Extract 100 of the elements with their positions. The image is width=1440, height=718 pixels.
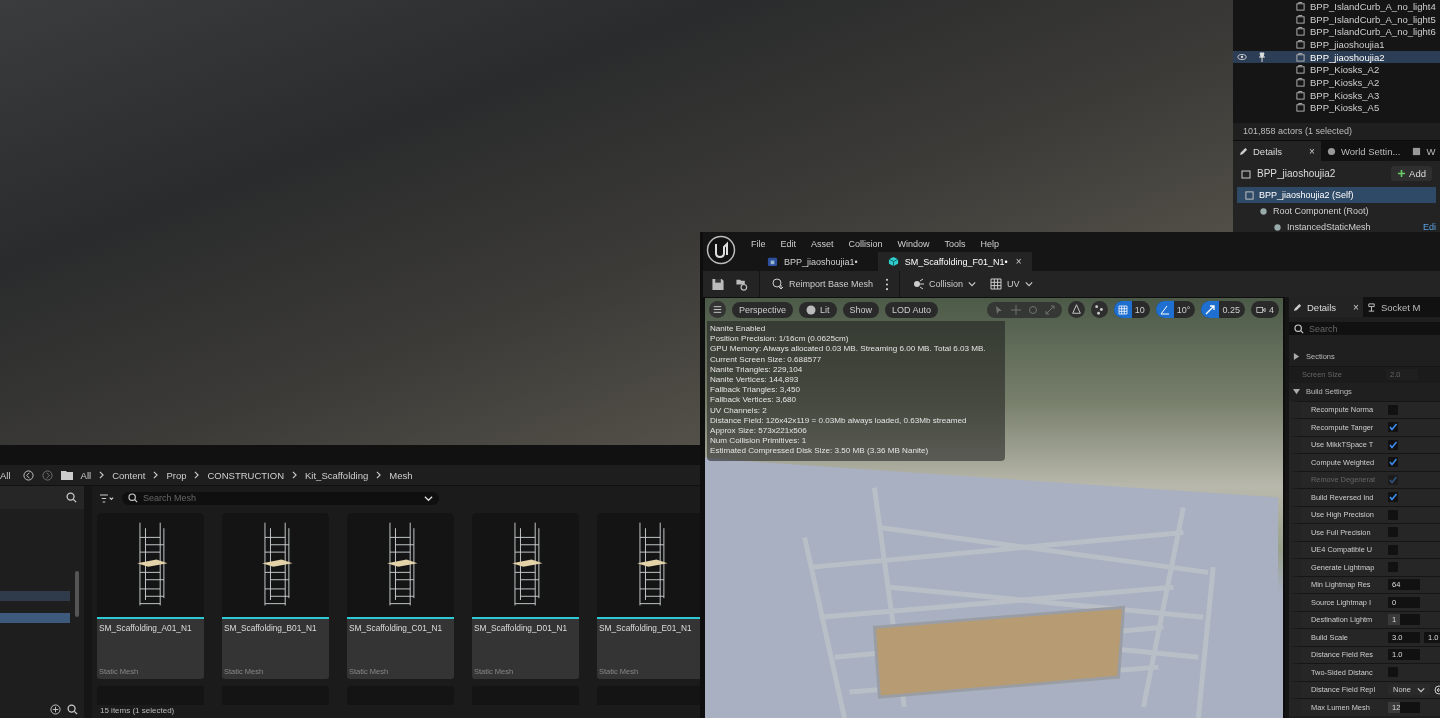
toolbar-button[interactable]: Collision: [910, 278, 979, 290]
outliner-row[interactable]: BPP_IslandCurb_A_no_light6: [1233, 25, 1440, 39]
search-icon[interactable]: [67, 704, 78, 715]
reset-icon[interactable]: [1433, 684, 1440, 695]
breadcrumb-link[interactable]: CONSTRUCTION: [207, 469, 284, 481]
save-icon[interactable]: [711, 277, 725, 291]
stat-line: Estimated Compressed Disk Size: 3.50 MB (3.36 MB Nanite): [710, 446, 930, 457]
burst-icon: [912, 278, 925, 290]
checkbox[interactable]: [1388, 422, 1398, 433]
forward-icon[interactable]: [41, 469, 53, 481]
menu-item[interactable]: Collision: [848, 238, 883, 249]
breadcrumb-link[interactable]: Content: [112, 469, 146, 481]
camera-icon: [1256, 304, 1266, 315]
close-button[interactable]: ×: [1015, 256, 1022, 267]
stat-line: Fallback Triangles: 3,450: [710, 385, 801, 396]
stat-line: Distance Field: 126x42x119 = 0.03Mb always loaded, 0.63Mb streamed: [710, 415, 968, 427]
stat-line: Nanite Triangles: 229,104: [710, 364, 804, 375]
stat-line: UV Channels: 2: [710, 405, 768, 416]
tab-label: BPP_jiaoshoujia1•: [784, 256, 858, 267]
snap-toggle[interactable]: 0.25: [1201, 301, 1245, 318]
checkbox[interactable]: [1388, 457, 1398, 468]
grid-icon: [1117, 304, 1128, 315]
toolbar-button[interactable]: UV: [988, 278, 1035, 290]
snap-toggle[interactable]: 10: [1113, 301, 1150, 318]
more-icon[interactable]: [885, 277, 890, 291]
search-field[interactable]: Search Mesh: [122, 491, 439, 505]
outliner-row[interactable]: BPP_jiaoshoujia1: [1233, 38, 1440, 51]
outliner-row[interactable]: BPP_jiaoshoujia2: [1233, 50, 1440, 64]
pencil-icon: [1239, 146, 1248, 156]
search-input[interactable]: Search: [1309, 323, 1435, 334]
actor-label: BPP_Kiosks_A5: [1310, 102, 1380, 114]
breadcrumb-link[interactable]: Kit_Scaffolding: [305, 469, 369, 481]
tab-label: Details: [1253, 145, 1283, 157]
menu-item[interactable]: Help: [980, 238, 1000, 249]
menu-item[interactable]: Tools: [944, 238, 966, 249]
eye-icon[interactable]: [1237, 52, 1247, 63]
panel-tab[interactable]: Details ×: [1289, 297, 1363, 317]
outliner-row[interactable]: BPP_Kiosks_A5: [1233, 101, 1440, 115]
scale-icon[interactable]: [1044, 304, 1055, 315]
chevron-down-icon: [1416, 686, 1425, 693]
search-icon: [1294, 323, 1304, 334]
menu-icon[interactable]: [709, 301, 726, 318]
menu-item[interactable]: Asset: [811, 238, 834, 249]
component-row[interactable]: InstancedStaticMesh Edi: [1237, 219, 1436, 235]
menu-item[interactable]: Edit: [780, 238, 797, 249]
menu-item[interactable]: File: [751, 238, 766, 249]
panel-tab[interactable]: Details ×: [1233, 141, 1321, 161]
add-icon[interactable]: [50, 704, 61, 715]
filter-icon[interactable]: [100, 491, 114, 505]
outliner-row[interactable]: BPP_Kiosks_A2: [1233, 63, 1440, 77]
toolbar-button[interactable]: Reimport Base Mesh: [770, 278, 876, 290]
actor-icon: [1296, 90, 1305, 100]
breadcrumb-link[interactable]: Mesh: [389, 469, 413, 481]
close-button[interactable]: ×: [1309, 145, 1315, 157]
stat-line: Num Collision Primitives: 1: [710, 436, 808, 447]
asset-name: SM_Scaffolding_B01_N1: [224, 623, 318, 633]
editor-tab[interactable]: SM_Scaffolding_F01_N1• ×: [877, 252, 1032, 271]
outliner-row[interactable]: BPP_Kiosks_A2: [1233, 76, 1440, 89]
add-button[interactable]: Add: [1391, 166, 1432, 181]
asset-name: SM_Scaffolding_C01_N1: [349, 623, 444, 633]
pin-icon[interactable]: [1257, 52, 1267, 63]
search-input[interactable]: Search Mesh: [143, 493, 419, 503]
chevron-icon: [153, 471, 159, 479]
browse-icon[interactable]: [735, 277, 749, 291]
outliner-row[interactable]: BPP_Kiosks_A3: [1233, 88, 1440, 102]
rotate-icon[interactable]: [1027, 304, 1038, 315]
close-button[interactable]: ×: [1353, 301, 1359, 313]
outliner-row[interactable]: BPP_IslandCurb_A_no_light5: [1233, 12, 1440, 26]
caret-down-icon: [1293, 388, 1300, 396]
search-field[interactable]: Search: [1289, 322, 1440, 335]
nodes-icon[interactable]: [1090, 301, 1108, 318]
actor-label: BPP_Kiosks_A3: [1310, 89, 1380, 101]
chevron-icon: [194, 471, 200, 479]
chevron-down-icon: [1024, 281, 1033, 287]
scrollbar[interactable]: [75, 571, 79, 617]
surface-snap-icon[interactable]: [1067, 301, 1085, 318]
cursor-icon[interactable]: [993, 304, 1004, 315]
edit-link[interactable]: Edi: [1423, 222, 1436, 232]
checkbox[interactable]: [1388, 439, 1398, 450]
tab-label: SM_Scaffolding_F01_N1•: [904, 256, 1008, 267]
move-icon[interactable]: [1010, 304, 1021, 315]
actor-name: BPP_jiaoshoujia2: [1257, 168, 1337, 179]
outliner-row[interactable]: BPP_IslandCurb_A_no_light4: [1233, 0, 1440, 13]
back-icon[interactable]: [22, 469, 34, 481]
search-icon[interactable]: [66, 492, 77, 503]
chevron-icon: [292, 471, 297, 479]
tab-label[interactable]: All: [0, 469, 11, 481]
socket-icon: [1366, 302, 1376, 312]
component-row[interactable]: BPP_jiaoshoujia2 (Self): [1237, 187, 1436, 203]
breadcrumb-link[interactable]: All: [80, 469, 92, 481]
component-label: BPP_jiaoshoujia2 (Self): [1259, 190, 1355, 200]
logo-icon[interactable]: [706, 235, 736, 265]
checkbox[interactable]: [1388, 492, 1398, 503]
component-row[interactable]: Root Component (Root): [1237, 203, 1436, 219]
actor-count: 101,858 actors (1 selected): [1233, 123, 1440, 141]
menu-item[interactable]: Window: [897, 238, 930, 249]
actor-label: BPP_jiaoshoujia2: [1310, 51, 1385, 63]
editor-tab[interactable]: BPP_jiaoshoujia1•: [742, 252, 868, 271]
breadcrumb-link[interactable]: Prop: [166, 469, 187, 481]
chevron-down-icon: [424, 493, 433, 503]
